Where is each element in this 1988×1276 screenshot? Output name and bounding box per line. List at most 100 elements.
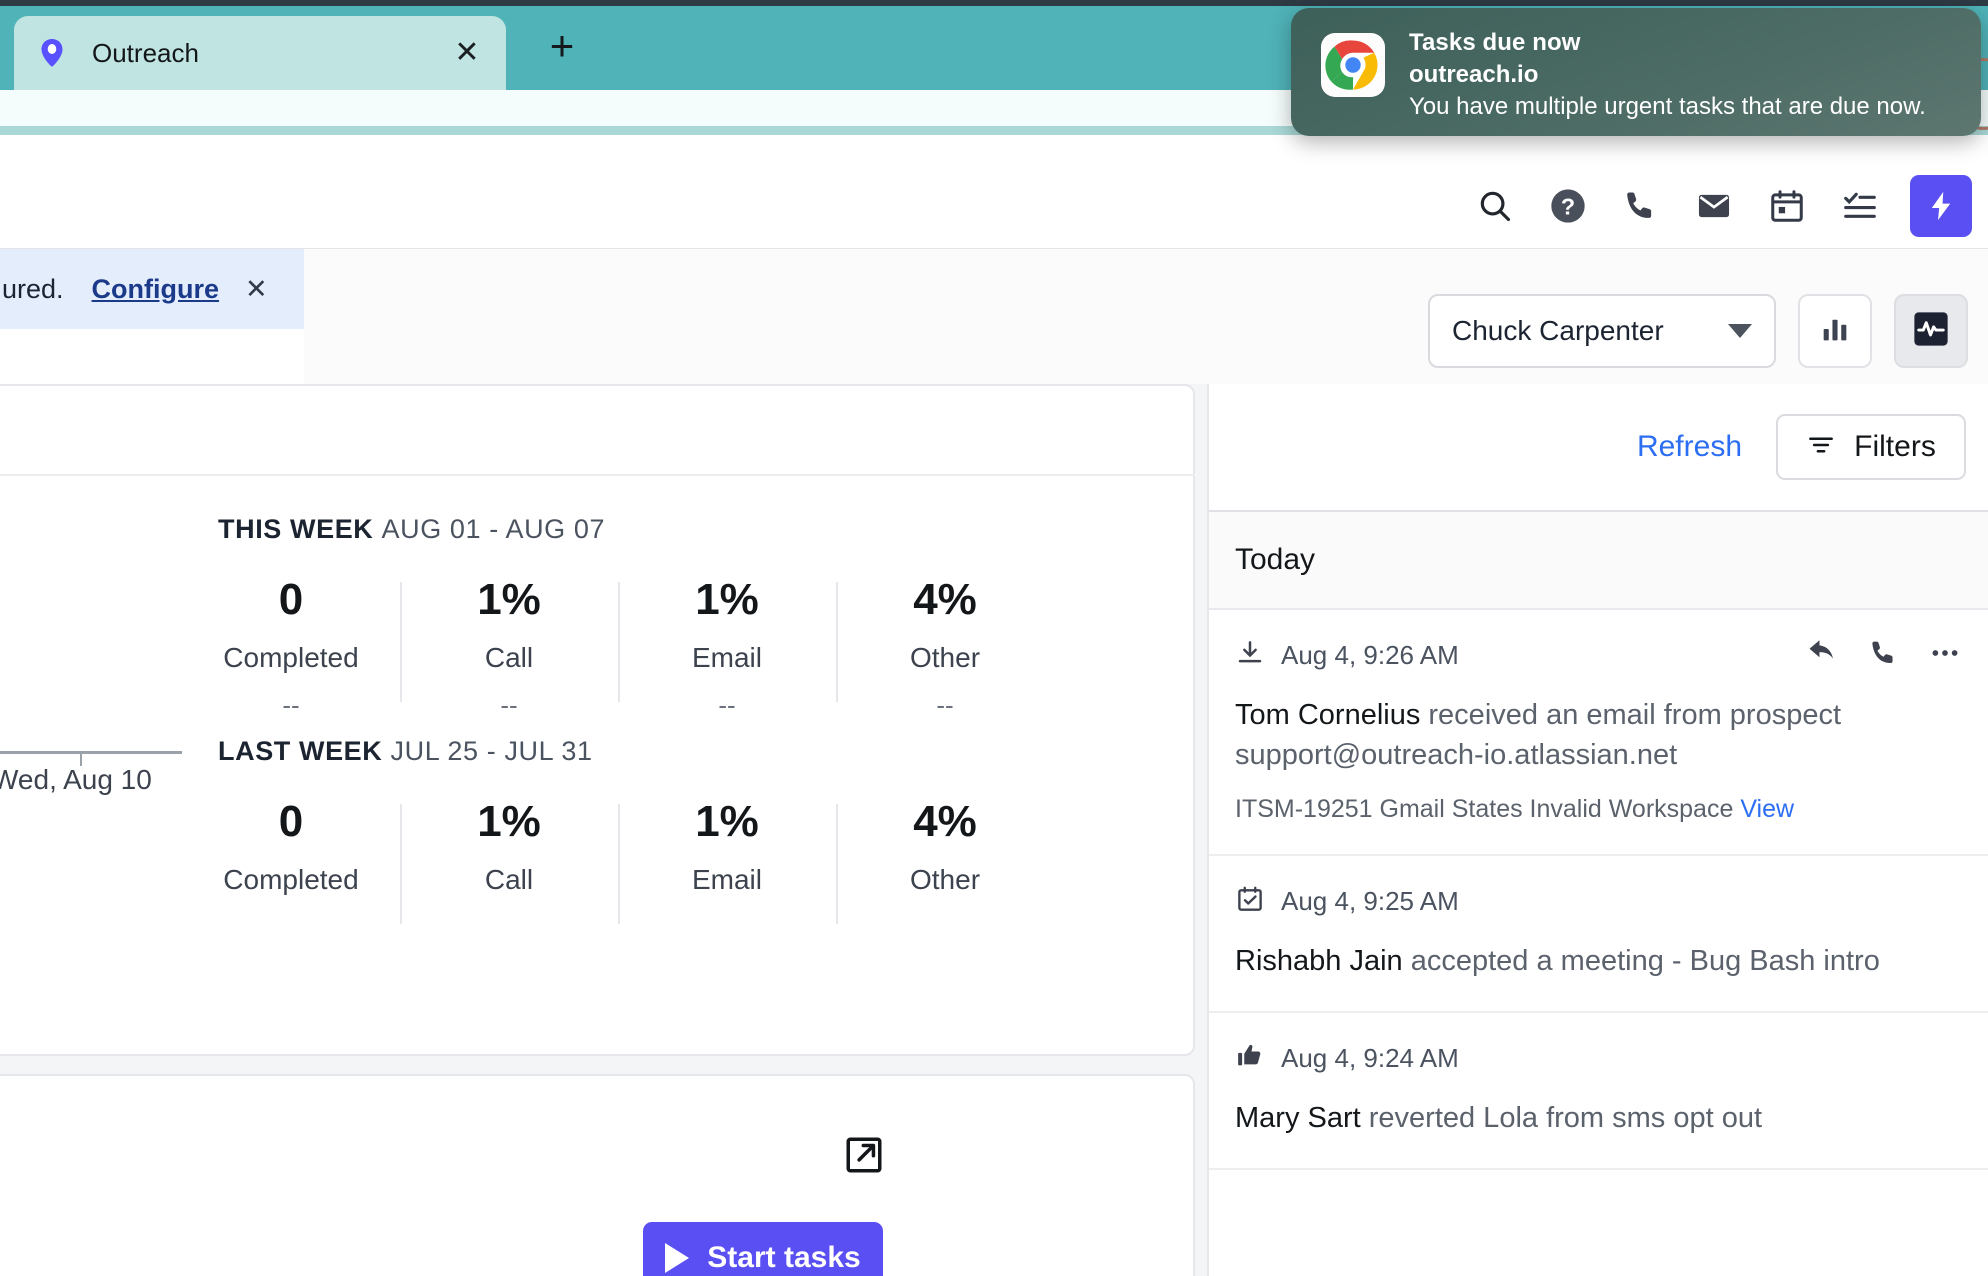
activity-actions [1806,636,1962,670]
start-tasks-button[interactable]: Start tasks [643,1222,883,1276]
activity-time: Aug 4, 9:24 AM [1281,1043,1459,1074]
list-item[interactable]: Aug 4, 9:25 AM Rishabh Jain accepted a m… [1209,856,1988,1013]
notification-title: Tasks due now [1409,27,1926,59]
filters-label: Filters [1854,430,1936,464]
stat-completed: 0 Completed [182,798,400,896]
external-link-icon[interactable] [843,1134,885,1176]
activity-time: Aug 4, 9:26 AM [1281,640,1459,671]
help-icon[interactable]: ? [1531,175,1604,237]
new-tab-button[interactable]: + [540,24,584,68]
dashboard-content: THIS WEEK AUG 01 - AUG 07 0 Completed --… [0,384,1988,1276]
activity-actor: Mary Sart [1235,1102,1361,1134]
search-icon[interactable] [1458,175,1531,237]
thumbs-up-icon [1235,1041,1265,1076]
activity-section-header: Today [1209,510,1988,610]
activity-text: Mary Sart reverted Lola from sms opt out [1235,1098,1962,1138]
tasks-card: Start tasks [0,1074,1195,1276]
stat-completed: 0 Completed -- [182,576,400,721]
stat-value: 1% [618,798,836,846]
activity-detail: reverted Lola from sms opt out [1361,1102,1762,1134]
tasks-icon[interactable] [1823,175,1896,237]
this-week-stats: 0 Completed -- 1% Call -- 1% Email -- [182,576,1054,721]
stat-email: 1% Email [618,798,836,896]
activity-detail: accepted a meeting - Bug Bash intro [1403,945,1880,977]
card-header-divider [0,474,1195,476]
banner-close-icon[interactable]: ✕ [245,274,268,305]
configure-link[interactable]: Configure [92,274,220,305]
phone-icon[interactable] [1604,175,1677,237]
user-select-label: Chuck Carpenter [1452,315,1728,347]
refresh-button[interactable]: Refresh [1637,430,1742,464]
last-week-stats: 0 Completed 1% Call 1% Email 4% Other [182,798,1054,896]
stat-sub: -- [618,690,836,721]
last-week-heading: LAST WEEK JUL 25 - JUL 31 [218,736,593,767]
activity-sub-label: ITSM-19251 Gmail States Invalid Workspac… [1235,795,1740,823]
svg-text:?: ? [1560,194,1574,220]
activity-actor: Rishabh Jain [1235,945,1403,977]
start-tasks-label: Start tasks [707,1241,860,1275]
stat-value: 4% [836,576,1054,624]
notification-source: outreach.io [1409,59,1926,91]
close-icon[interactable]: ✕ [450,36,484,70]
stat-label: Completed [182,864,400,896]
stat-value: 1% [400,798,618,846]
browser-tab-title: Outreach [92,38,450,69]
phone-icon[interactable] [1868,637,1900,669]
calendar-icon[interactable] [1750,175,1823,237]
stat-value: 1% [618,576,836,624]
activity-subtext: ITSM-19251 Gmail States Invalid Workspac… [1235,795,1962,824]
last-week-range: JUL 25 - JUL 31 [391,736,593,766]
bar-chart-view-toggle[interactable] [1798,294,1872,368]
activity-view-toggle[interactable] [1894,294,1968,368]
this-week-range: AUG 01 - AUG 07 [382,514,606,544]
stat-other: 4% Other -- [836,576,1054,721]
list-item[interactable]: Aug 4, 9:24 AM Mary Sart reverted Lola f… [1209,1013,1988,1170]
banner-message: ured. [2,274,64,305]
activity-text: Tom Cornelius received an email from pro… [1235,695,1962,775]
user-select-dropdown[interactable]: Chuck Carpenter [1428,294,1776,368]
activity-feed: Aug 4, 9:26 AM [1209,610,1988,1170]
calendar-check-icon [1235,884,1265,919]
stat-label: Email [618,642,836,674]
pulse-icon [1910,308,1952,355]
stat-other: 4% Other [836,798,1054,896]
activity-text: Rishabh Jain accepted a meeting - Bug Ba… [1235,941,1962,981]
last-week-title: LAST WEEK [218,736,382,766]
stat-label: Email [618,864,836,896]
stat-value: 0 [182,576,400,624]
activity-meta: Aug 4, 9:25 AM [1235,884,1962,919]
stat-label: Other [836,642,1054,674]
stat-sub: -- [182,690,400,721]
activity-time: Aug 4, 9:25 AM [1281,886,1459,917]
chrome-notification-toast[interactable]: Tasks due now outreach.io You have multi… [1291,8,1981,136]
lightning-icon[interactable] [1910,175,1972,237]
filters-button[interactable]: Filters [1776,414,1966,480]
stat-label: Call [400,642,618,674]
weekly-metrics-card: THIS WEEK AUG 01 - AUG 07 0 Completed --… [0,384,1195,1056]
subheader-controls: Chuck Carpenter [1428,294,1968,368]
list-item[interactable]: Aug 4, 9:26 AM [1209,610,1988,856]
more-icon[interactable] [1928,636,1962,670]
stat-sub: -- [400,690,618,721]
stat-sub: -- [836,690,1054,721]
view-link[interactable]: View [1740,795,1794,823]
this-week-heading: THIS WEEK AUG 01 - AUG 07 [218,514,605,545]
stat-value: 0 [182,798,400,846]
chrome-icon [1321,33,1385,97]
bar-chart-icon [1818,312,1852,351]
stat-value: 1% [400,576,618,624]
activity-section-label: Today [1235,543,1315,577]
stat-call: 1% Call -- [400,576,618,721]
play-icon [665,1243,689,1273]
reply-icon[interactable] [1806,636,1840,670]
browser-tab-outreach[interactable]: Outreach ✕ [14,16,506,90]
activity-meta: Aug 4, 9:24 AM [1235,1041,1962,1076]
stat-label: Other [836,864,1054,896]
mail-icon[interactable] [1677,175,1750,237]
stat-call: 1% Call [400,798,618,896]
configure-banner: ured. Configure ✕ [0,249,304,329]
stat-value: 4% [836,798,1054,846]
download-icon [1235,638,1265,673]
metrics-column: THIS WEEK AUG 01 - AUG 07 0 Completed --… [0,384,1207,1276]
activity-panel: Refresh Filters Today [1207,384,1988,1276]
